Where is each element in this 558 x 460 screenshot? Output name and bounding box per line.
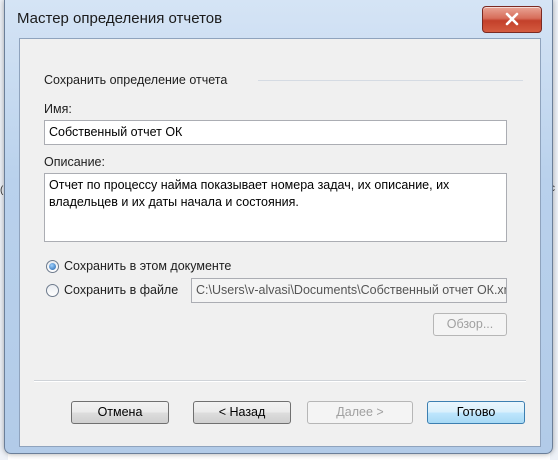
description-textarea[interactable]: Отчет по процессу найма показывает номер… bbox=[44, 173, 507, 242]
footer-divider bbox=[34, 380, 526, 382]
save-in-document-label[interactable]: Сохранить в этом документе bbox=[64, 259, 231, 273]
save-in-file-label[interactable]: Сохранить в файле bbox=[64, 283, 178, 297]
cancel-button[interactable]: Отмена bbox=[71, 401, 169, 424]
browse-button[interactable]: Обзор... bbox=[433, 313, 507, 336]
section-divider bbox=[258, 80, 523, 81]
name-input[interactable]: Собственный отчет ОК bbox=[44, 120, 507, 145]
dialog-title: Мастер определения отчетов bbox=[17, 10, 223, 27]
back-button[interactable]: < Назад bbox=[193, 401, 291, 424]
file-path-input[interactable]: C:\Users\v-alvasi\Documents\Собственный … bbox=[191, 278, 507, 303]
radio-selected-dot bbox=[49, 263, 56, 270]
section-title: Сохранить определение отчета bbox=[44, 73, 228, 87]
description-label: Описание: bbox=[44, 155, 105, 169]
finish-button[interactable]: Готово bbox=[427, 401, 525, 424]
next-button[interactable]: Далее > bbox=[307, 401, 413, 424]
close-button[interactable] bbox=[482, 6, 542, 33]
background-cell: ( bbox=[0, 185, 4, 196]
save-in-file-radio[interactable] bbox=[46, 284, 59, 297]
dialog-body: Сохранить определение отчета Имя: Собств… bbox=[19, 38, 541, 447]
report-wizard-dialog: Мастер определения отчетов Сохранить опр… bbox=[4, 0, 553, 454]
name-label: Имя: bbox=[44, 102, 72, 116]
save-in-document-radio[interactable] bbox=[46, 260, 59, 273]
close-icon bbox=[505, 12, 519, 26]
